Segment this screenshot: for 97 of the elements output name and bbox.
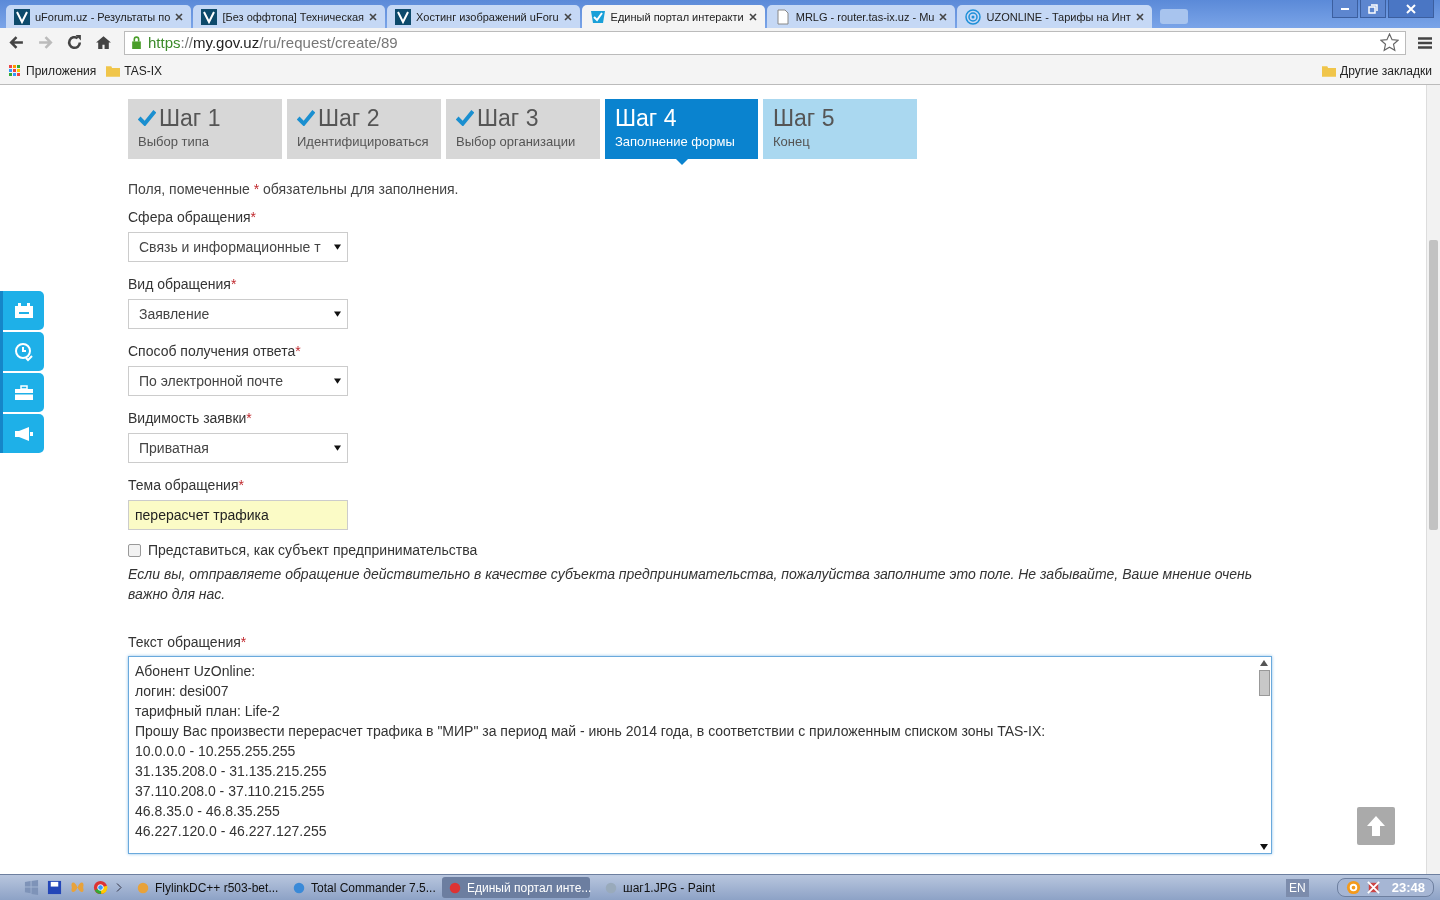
reload-icon[interactable] xyxy=(66,34,83,51)
minimize-icon xyxy=(1340,7,1350,10)
wizard-step[interactable]: Шаг 2 Идентифицироваться xyxy=(287,99,441,159)
browser-tab[interactable]: UZONLINE - Тарифы на Инт xyxy=(957,5,1152,28)
check-icon xyxy=(297,110,315,126)
text-area[interactable]: Абонент UzOnline: логин: desi007 тарифный план: Life-2 Прошу Вас произвести перерасчет трафика в "МИР" за период май - июнь 2014 года, в соответствии с приложенным списком зоны TAS-IX: 10.0.0.0 - 10.255.255.255 31.135.208.0 - 31.135.215.255 37.110.208.0 - 37.110.215.255 46.8.35.0 - 46.8.35.255 46.227.120.0 - 46.227.127.255 xyxy=(128,656,1272,854)
dropdown[interactable]: Связь и информационные т xyxy=(128,232,348,262)
taskbar-button[interactable]: Total Commander 7.5... xyxy=(286,877,434,898)
clock-check-icon xyxy=(13,341,34,362)
check-icon xyxy=(456,110,474,126)
taskbar-button[interactable]: шаг1.JPG - Paint xyxy=(598,877,746,898)
megaphone-icon xyxy=(13,425,34,442)
field-label: Видимость заявки* xyxy=(128,410,253,426)
close-icon xyxy=(1406,3,1416,14)
page-icon xyxy=(774,8,791,25)
tab-title: [Без оффтопа] Техническая xyxy=(222,10,365,23)
wave-icon xyxy=(965,8,982,25)
v-logo-icon xyxy=(201,8,218,25)
check-shield-icon xyxy=(589,8,606,25)
close-button[interactable] xyxy=(1388,0,1434,18)
tab-title: Единый портал интеракти xyxy=(610,10,744,23)
folder-icon xyxy=(106,64,121,77)
side-button[interactable] xyxy=(3,414,44,453)
check-icon xyxy=(138,110,156,126)
close-icon[interactable] xyxy=(175,12,184,21)
minimize-button[interactable] xyxy=(1332,0,1358,18)
tab-title: Хостинг изображений uForu xyxy=(416,10,559,23)
restore-icon xyxy=(1368,3,1378,14)
close-icon[interactable] xyxy=(939,12,948,21)
arrow-up-icon xyxy=(1366,815,1386,837)
star-icon[interactable] xyxy=(1380,33,1399,52)
folder-icon xyxy=(1322,64,1337,77)
bookmark-item[interactable]: Другие закладки xyxy=(1322,63,1432,78)
tab-title: UZONLINE - Тарифы на Инт xyxy=(986,10,1131,23)
side-button[interactable] xyxy=(3,291,44,330)
url-text: https://my.gov.uz/ru/request/create/89 xyxy=(148,34,399,51)
chrome-icon[interactable] xyxy=(93,880,108,895)
taskbar-button[interactable]: Единый портал инте... xyxy=(442,877,590,898)
home-icon[interactable] xyxy=(95,34,112,51)
dropdown[interactable]: Заявление xyxy=(128,299,348,329)
start-icon[interactable] xyxy=(24,880,39,895)
close-icon[interactable] xyxy=(748,12,757,21)
browser-tab[interactable]: Хостинг изображений uForu xyxy=(387,5,580,28)
wizard-step[interactable]: Шаг 3 Выбор организации xyxy=(446,99,600,159)
wizard-step[interactable]: Шаг 1 Выбор типа xyxy=(128,99,282,159)
v-logo-icon xyxy=(395,8,412,25)
dropdown[interactable]: По электронной почте xyxy=(128,366,348,396)
caret-icon xyxy=(334,244,341,250)
scroll-thumb[interactable] xyxy=(1258,670,1270,696)
scroll-down-icon[interactable] xyxy=(1260,844,1268,850)
briefcase-icon xyxy=(13,384,34,401)
address-bar[interactable]: https://my.gov.uz/ru/request/create/89 xyxy=(124,30,1406,55)
bookmark-item[interactable]: TAS-IX xyxy=(106,63,162,78)
field-label: Текст обращения* xyxy=(128,634,248,650)
tab-title: MRLG - router.tas-ix.uz - Mu xyxy=(795,10,935,23)
back-icon[interactable] xyxy=(8,34,25,51)
step-pointer xyxy=(676,159,688,165)
taskbar-button[interactable]: FlylinkDC++ r503-bet... xyxy=(130,877,278,898)
network-error-icon[interactable] xyxy=(1365,880,1381,895)
clock: 23:48 xyxy=(1391,880,1425,895)
field-label: Способ получения ответа* xyxy=(128,343,302,359)
input-field[interactable]: перерасчет трафика xyxy=(128,500,348,530)
apps-grid-icon xyxy=(8,64,22,77)
field-label: Тема обращения* xyxy=(128,477,245,493)
browser-tab[interactable]: uForum.uz - Результаты по xyxy=(6,5,192,28)
side-button[interactable] xyxy=(3,332,44,371)
v-logo-icon xyxy=(14,8,30,25)
menu-icon[interactable] xyxy=(1418,36,1432,49)
app-icon xyxy=(448,880,462,895)
tab-title: uForum.uz - Результаты по xyxy=(35,10,171,23)
restore-button[interactable] xyxy=(1360,0,1386,18)
hint-text: Если вы, отправляете обращение действительно в качестве субъекта предпринимательства, пожалуйства заполните это поле. Не забывайте, Ваше мнение очень важно для нас. xyxy=(128,565,1254,604)
caret-icon xyxy=(334,378,341,384)
calendar-icon xyxy=(13,302,34,319)
checkbox-label: Представиться, как субъект предпринимательства xyxy=(148,542,478,558)
browser-tab[interactable]: [Без оффтопа] Техническая xyxy=(193,5,386,28)
bookmark-item[interactable]: Приложения xyxy=(8,63,97,78)
wizard-step[interactable]: Шаг 5 Конец xyxy=(763,99,917,159)
checkbox[interactable] xyxy=(128,543,141,557)
scrollbar[interactable] xyxy=(1426,85,1440,874)
close-icon[interactable] xyxy=(1135,12,1144,21)
field-label: Вид обращения* xyxy=(128,276,238,292)
side-button[interactable] xyxy=(3,373,44,412)
browser-tab[interactable]: MRLG - router.tas-ix.uz - Mu xyxy=(766,5,956,28)
app-icon xyxy=(136,880,150,895)
close-icon[interactable] xyxy=(369,12,378,21)
browser-tab[interactable]: Единый портал интеракти xyxy=(581,5,765,28)
scroll-up-icon[interactable] xyxy=(1260,660,1268,666)
caret-icon xyxy=(334,311,341,317)
close-icon[interactable] xyxy=(563,12,572,21)
dropdown[interactable]: Приватная xyxy=(128,433,348,463)
field-label: Сфера обращения* xyxy=(128,209,257,225)
caret-icon xyxy=(334,445,341,451)
lock-icon xyxy=(131,36,142,49)
required-note: Поля, помеченные * обязательны для заполнения. xyxy=(128,181,460,197)
app-icon xyxy=(292,880,306,895)
app-icon xyxy=(604,880,618,895)
